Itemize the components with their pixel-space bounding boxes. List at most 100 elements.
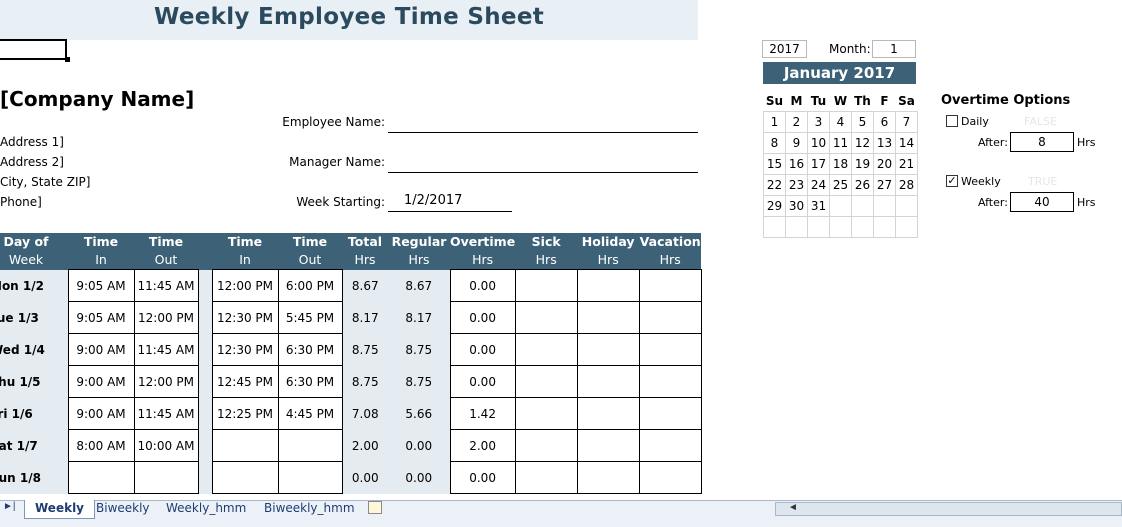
calendar-day-cell[interactable]: 31 [807,195,830,217]
time-in-1-cell[interactable]: 9:05 AM [67,301,135,334]
calendar-day-cell[interactable]: 17 [807,153,830,175]
calendar-day-cell[interactable]: 20 [873,153,896,175]
time-out-1-cell[interactable]: 10:00 AM [133,429,199,462]
week-starting-field[interactable]: 1/2/2017 [388,193,512,212]
time-in-1-cell[interactable]: 9:00 AM [67,365,135,398]
address-phone[interactable]: Phone] [0,195,42,209]
calendar-day-cell[interactable] [851,195,874,217]
time-out-2-cell[interactable] [277,429,343,462]
calendar-day-cell[interactable] [829,216,852,238]
time-in-2-cell[interactable] [211,429,279,462]
tab-weekly[interactable]: Weekly [24,500,96,519]
time-out-2-cell[interactable]: 6:00 PM [277,269,343,302]
overtime-hrs-cell[interactable]: 2.00 [449,429,516,462]
calendar-day-cell[interactable]: 21 [895,153,918,175]
vacation-hrs-cell[interactable] [638,461,702,494]
calendar-day-cell[interactable]: 26 [851,174,874,196]
time-in-2-cell[interactable]: 12:30 PM [211,333,279,366]
calendar-day-cell[interactable]: 29 [763,195,786,217]
calendar-day-cell[interactable]: 23 [785,174,808,196]
calendar-day-cell[interactable]: 2 [785,111,808,133]
vacation-hrs-cell[interactable] [638,365,702,398]
calendar-day-cell[interactable] [851,216,874,238]
vacation-hrs-cell[interactable] [638,301,702,334]
address-line-2[interactable]: Address 2] [0,155,64,169]
time-in-2-cell[interactable]: 12:25 PM [211,397,279,430]
calendar-day-cell[interactable]: 9 [785,132,808,154]
calendar-day-cell[interactable]: 7 [895,111,918,133]
weekly-after-input[interactable]: 40 [1010,192,1074,212]
sick-hrs-cell[interactable] [514,397,578,430]
holiday-hrs-cell[interactable] [576,365,640,398]
employee-name-field[interactable] [388,114,698,133]
time-in-1-cell[interactable] [67,461,135,494]
overtime-hrs-cell[interactable]: 0.00 [449,301,516,334]
weekly-checkbox[interactable]: ✓ [946,175,958,187]
vacation-hrs-cell[interactable] [638,269,702,302]
calendar-day-cell[interactable]: 5 [851,111,874,133]
time-out-1-cell[interactable]: 11:45 AM [133,333,199,366]
sick-hrs-cell[interactable] [514,301,578,334]
sick-hrs-cell[interactable] [514,333,578,366]
calendar-day-cell[interactable]: 10 [807,132,830,154]
time-out-1-cell[interactable] [133,461,199,494]
calendar-day-cell[interactable] [829,195,852,217]
calendar-day-cell[interactable]: 3 [807,111,830,133]
time-in-1-cell[interactable]: 9:00 AM [67,397,135,430]
insert-sheet-icon[interactable] [368,501,382,514]
calendar-day-cell[interactable] [763,216,786,238]
calendar-day-cell[interactable]: 4 [829,111,852,133]
address-city-state-zip[interactable]: City, State ZIP] [0,175,90,189]
calendar-day-cell[interactable]: 22 [763,174,786,196]
calendar-day-cell[interactable]: 16 [785,153,808,175]
calendar-day-cell[interactable]: 25 [829,174,852,196]
time-out-2-cell[interactable]: 6:30 PM [277,365,343,398]
daily-after-input[interactable]: 8 [1010,132,1074,152]
calendar-day-cell[interactable]: 13 [873,132,896,154]
calendar-day-cell[interactable] [785,216,808,238]
calendar-month-input[interactable]: 1 [872,40,916,58]
time-in-2-cell[interactable] [211,461,279,494]
holiday-hrs-cell[interactable] [576,269,640,302]
calendar-day-cell[interactable]: 30 [785,195,808,217]
time-in-1-cell[interactable]: 8:00 AM [67,429,135,462]
calendar-day-cell[interactable]: 15 [763,153,786,175]
scroll-left-icon[interactable]: ◄ [788,502,798,513]
time-in-1-cell[interactable]: 9:00 AM [67,333,135,366]
holiday-hrs-cell[interactable] [576,397,640,430]
time-out-2-cell[interactable]: 6:30 PM [277,333,343,366]
holiday-hrs-cell[interactable] [576,333,640,366]
calendar-day-cell[interactable] [895,195,918,217]
time-in-1-cell[interactable]: 9:05 AM [67,269,135,302]
calendar-day-cell[interactable]: 8 [763,132,786,154]
calendar-day-cell[interactable]: 19 [851,153,874,175]
tab-biweekly-hmm[interactable]: Biweekly_hmm [254,500,365,518]
tab-scroll-last-icon[interactable]: ►| [3,501,16,512]
time-out-2-cell[interactable]: 4:45 PM [277,397,343,430]
time-out-1-cell[interactable]: 12:00 PM [133,301,199,334]
overtime-hrs-cell[interactable]: 1.42 [449,397,516,430]
holiday-hrs-cell[interactable] [576,461,640,494]
overtime-hrs-cell[interactable]: 0.00 [449,333,516,366]
calendar-day-cell[interactable] [807,216,830,238]
company-name[interactable]: [Company Name] [0,87,194,111]
tab-biweekly[interactable]: Biweekly [86,500,160,518]
calendar-day-cell[interactable]: 24 [807,174,830,196]
holiday-hrs-cell[interactable] [576,301,640,334]
sick-hrs-cell[interactable] [514,269,578,302]
tab-weekly-hmm[interactable]: Weekly_hmm [156,500,256,518]
time-out-1-cell[interactable]: 11:45 AM [133,397,199,430]
calendar-day-cell[interactable] [895,216,918,238]
time-out-1-cell[interactable]: 12:00 PM [133,365,199,398]
overtime-hrs-cell[interactable]: 0.00 [449,461,516,494]
calendar-day-cell[interactable] [873,216,896,238]
sick-hrs-cell[interactable] [514,429,578,462]
time-in-2-cell[interactable]: 12:45 PM [211,365,279,398]
calendar-day-cell[interactable] [873,195,896,217]
address-line-1[interactable]: Address 1] [0,135,64,149]
time-in-2-cell[interactable]: 12:00 PM [211,269,279,302]
vacation-hrs-cell[interactable] [638,333,702,366]
calendar-day-cell[interactable]: 18 [829,153,852,175]
calendar-day-cell[interactable]: 1 [763,111,786,133]
manager-name-field[interactable] [388,154,698,173]
